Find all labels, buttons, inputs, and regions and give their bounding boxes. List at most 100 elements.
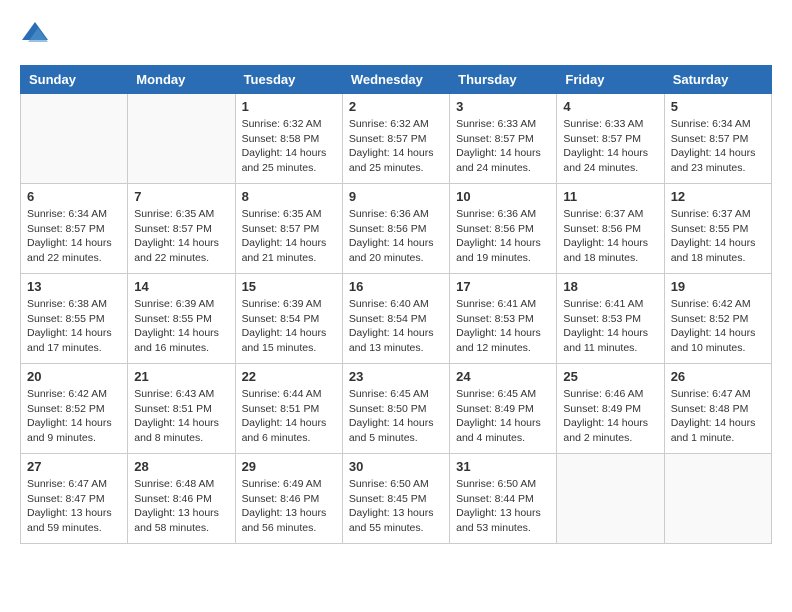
day-info: Sunrise: 6:43 AM Sunset: 8:51 PM Dayligh… xyxy=(134,387,228,446)
day-number: 2 xyxy=(349,99,443,114)
calendar-cell: 22Sunrise: 6:44 AM Sunset: 8:51 PM Dayli… xyxy=(235,364,342,454)
day-number: 5 xyxy=(671,99,765,114)
day-info: Sunrise: 6:45 AM Sunset: 8:50 PM Dayligh… xyxy=(349,387,443,446)
calendar-week-3: 13 Sunrise: 6:38 AM Sunset: 8:55 PM Dayli… xyxy=(21,274,772,364)
day-info: Sunrise: 6:34 AM Sunset: 8:57 PM Dayligh… xyxy=(27,207,121,266)
calendar-cell: 18 Sunrise: 6:41 AM Sunset: 8:53 PM Dayli… xyxy=(557,274,664,364)
day-info: Sunrise: 6:37 AM Sunset: 8:56 PM Dayligh… xyxy=(563,207,657,266)
day-number: 3 xyxy=(456,99,550,114)
day-number: 30 xyxy=(349,459,443,474)
calendar-cell: 2 Sunrise: 6:32 AM Sunset: 8:57 PM Daylig… xyxy=(342,94,449,184)
calendar-header-saturday: Saturday xyxy=(664,66,771,94)
calendar-header-sunday: Sunday xyxy=(21,66,128,94)
day-number: 14 xyxy=(134,279,228,294)
day-info: Sunrise: 6:48 AM Sunset: 8:46 PM Dayligh… xyxy=(134,477,228,536)
calendar-cell: 17 Sunrise: 6:41 AM Sunset: 8:53 PM Dayli… xyxy=(450,274,557,364)
day-info: Sunrise: 6:39 AM Sunset: 8:54 PM Dayligh… xyxy=(242,297,336,356)
day-number: 13 xyxy=(27,279,121,294)
calendar-cell: 5 Sunrise: 6:34 AM Sunset: 8:57 PM Daylig… xyxy=(664,94,771,184)
calendar-cell: 28 Sunrise: 6:48 AM Sunset: 8:46 PM Dayli… xyxy=(128,454,235,544)
day-number: 28 xyxy=(134,459,228,474)
day-number: 17 xyxy=(456,279,550,294)
calendar-week-1: 1 Sunrise: 6:32 AM Sunset: 8:58 PM Daylig… xyxy=(21,94,772,184)
day-info: Sunrise: 6:41 AM Sunset: 8:53 PM Dayligh… xyxy=(456,297,550,356)
calendar-cell: 12 Sunrise: 6:37 AM Sunset: 8:55 PM Dayli… xyxy=(664,184,771,274)
calendar-cell xyxy=(128,94,235,184)
calendar-cell xyxy=(21,94,128,184)
day-number: 1 xyxy=(242,99,336,114)
calendar-cell: 24 Sunrise: 6:45 AM Sunset: 8:49 PM Dayli… xyxy=(450,364,557,454)
calendar-cell: 14 Sunrise: 6:39 AM Sunset: 8:55 PM Dayli… xyxy=(128,274,235,364)
day-number: 4 xyxy=(563,99,657,114)
day-info: Sunrise: 6:42 AM Sunset: 8:52 PM Dayligh… xyxy=(27,387,121,446)
day-info: Sunrise: 6:42 AM Sunset: 8:52 PM Dayligh… xyxy=(671,297,765,356)
day-number: 29 xyxy=(242,459,336,474)
calendar-cell: 8Sunrise: 6:35 AM Sunset: 8:57 PM Daylig… xyxy=(235,184,342,274)
day-info: Sunrise: 6:36 AM Sunset: 8:56 PM Dayligh… xyxy=(456,207,550,266)
day-info: Sunrise: 6:41 AM Sunset: 8:53 PM Dayligh… xyxy=(563,297,657,356)
day-number: 26 xyxy=(671,369,765,384)
day-number: 24 xyxy=(456,369,550,384)
calendar-cell: 15 Sunrise: 6:39 AM Sunset: 8:54 PM Dayli… xyxy=(235,274,342,364)
day-info: Sunrise: 6:38 AM Sunset: 8:55 PM Dayligh… xyxy=(27,297,121,356)
calendar-week-4: 20 Sunrise: 6:42 AM Sunset: 8:52 PM Dayli… xyxy=(21,364,772,454)
calendar-cell: 27Sunrise: 6:47 AM Sunset: 8:47 PM Dayli… xyxy=(21,454,128,544)
calendar-cell: 13 Sunrise: 6:38 AM Sunset: 8:55 PM Dayli… xyxy=(21,274,128,364)
day-info: Sunrise: 6:32 AM Sunset: 8:57 PM Dayligh… xyxy=(349,117,443,176)
day-number: 16 xyxy=(349,279,443,294)
day-number: 12 xyxy=(671,189,765,204)
day-number: 18 xyxy=(563,279,657,294)
day-number: 9 xyxy=(349,189,443,204)
day-info: Sunrise: 6:35 AM Sunset: 8:57 PM Dayligh… xyxy=(134,207,228,266)
day-info: Sunrise: 6:32 AM Sunset: 8:58 PM Dayligh… xyxy=(242,117,336,176)
day-number: 11 xyxy=(563,189,657,204)
day-number: 20 xyxy=(27,369,121,384)
day-number: 23 xyxy=(349,369,443,384)
calendar-cell xyxy=(664,454,771,544)
day-info: Sunrise: 6:39 AM Sunset: 8:55 PM Dayligh… xyxy=(134,297,228,356)
day-info: Sunrise: 6:50 AM Sunset: 8:45 PM Dayligh… xyxy=(349,477,443,536)
calendar-header-wednesday: Wednesday xyxy=(342,66,449,94)
day-number: 7 xyxy=(134,189,228,204)
calendar-cell: 29Sunrise: 6:49 AM Sunset: 8:46 PM Dayli… xyxy=(235,454,342,544)
day-info: Sunrise: 6:47 AM Sunset: 8:48 PM Dayligh… xyxy=(671,387,765,446)
day-info: Sunrise: 6:35 AM Sunset: 8:57 PM Dayligh… xyxy=(242,207,336,266)
day-number: 15 xyxy=(242,279,336,294)
day-info: Sunrise: 6:34 AM Sunset: 8:57 PM Dayligh… xyxy=(671,117,765,176)
calendar-week-2: 6 Sunrise: 6:34 AM Sunset: 8:57 PM Daylig… xyxy=(21,184,772,274)
day-info: Sunrise: 6:33 AM Sunset: 8:57 PM Dayligh… xyxy=(563,117,657,176)
calendar-cell: 3 Sunrise: 6:33 AM Sunset: 8:57 PM Daylig… xyxy=(450,94,557,184)
calendar-table: SundayMondayTuesdayWednesdayThursdayFrid… xyxy=(20,65,772,544)
day-number: 21 xyxy=(134,369,228,384)
day-number: 31 xyxy=(456,459,550,474)
day-info: Sunrise: 6:44 AM Sunset: 8:51 PM Dayligh… xyxy=(242,387,336,446)
day-number: 25 xyxy=(563,369,657,384)
calendar-cell: 25 Sunrise: 6:46 AM Sunset: 8:49 PM Dayli… xyxy=(557,364,664,454)
calendar-cell xyxy=(557,454,664,544)
calendar-cell: 20 Sunrise: 6:42 AM Sunset: 8:52 PM Dayli… xyxy=(21,364,128,454)
calendar-cell: 30 Sunrise: 6:50 AM Sunset: 8:45 PM Dayli… xyxy=(342,454,449,544)
day-info: Sunrise: 6:40 AM Sunset: 8:54 PM Dayligh… xyxy=(349,297,443,356)
day-number: 27 xyxy=(27,459,121,474)
day-number: 6 xyxy=(27,189,121,204)
calendar-cell: 9Sunrise: 6:36 AM Sunset: 8:56 PM Daylig… xyxy=(342,184,449,274)
logo-icon xyxy=(20,20,50,50)
logo xyxy=(20,20,54,50)
day-info: Sunrise: 6:37 AM Sunset: 8:55 PM Dayligh… xyxy=(671,207,765,266)
calendar-cell: 6 Sunrise: 6:34 AM Sunset: 8:57 PM Daylig… xyxy=(21,184,128,274)
calendar-cell: 10 Sunrise: 6:36 AM Sunset: 8:56 PM Dayli… xyxy=(450,184,557,274)
calendar-cell: 31 Sunrise: 6:50 AM Sunset: 8:44 PM Dayli… xyxy=(450,454,557,544)
day-info: Sunrise: 6:45 AM Sunset: 8:49 PM Dayligh… xyxy=(456,387,550,446)
calendar-header-monday: Monday xyxy=(128,66,235,94)
calendar-cell: 16 Sunrise: 6:40 AM Sunset: 8:54 PM Dayli… xyxy=(342,274,449,364)
day-info: Sunrise: 6:33 AM Sunset: 8:57 PM Dayligh… xyxy=(456,117,550,176)
calendar-cell: 21 Sunrise: 6:43 AM Sunset: 8:51 PM Dayli… xyxy=(128,364,235,454)
calendar-cell: 11 Sunrise: 6:37 AM Sunset: 8:56 PM Dayli… xyxy=(557,184,664,274)
day-info: Sunrise: 6:50 AM Sunset: 8:44 PM Dayligh… xyxy=(456,477,550,536)
calendar-cell: 7 Sunrise: 6:35 AM Sunset: 8:57 PM Daylig… xyxy=(128,184,235,274)
day-number: 19 xyxy=(671,279,765,294)
calendar-cell: 1 Sunrise: 6:32 AM Sunset: 8:58 PM Daylig… xyxy=(235,94,342,184)
calendar-header-row: SundayMondayTuesdayWednesdayThursdayFrid… xyxy=(21,66,772,94)
day-info: Sunrise: 6:46 AM Sunset: 8:49 PM Dayligh… xyxy=(563,387,657,446)
day-number: 10 xyxy=(456,189,550,204)
